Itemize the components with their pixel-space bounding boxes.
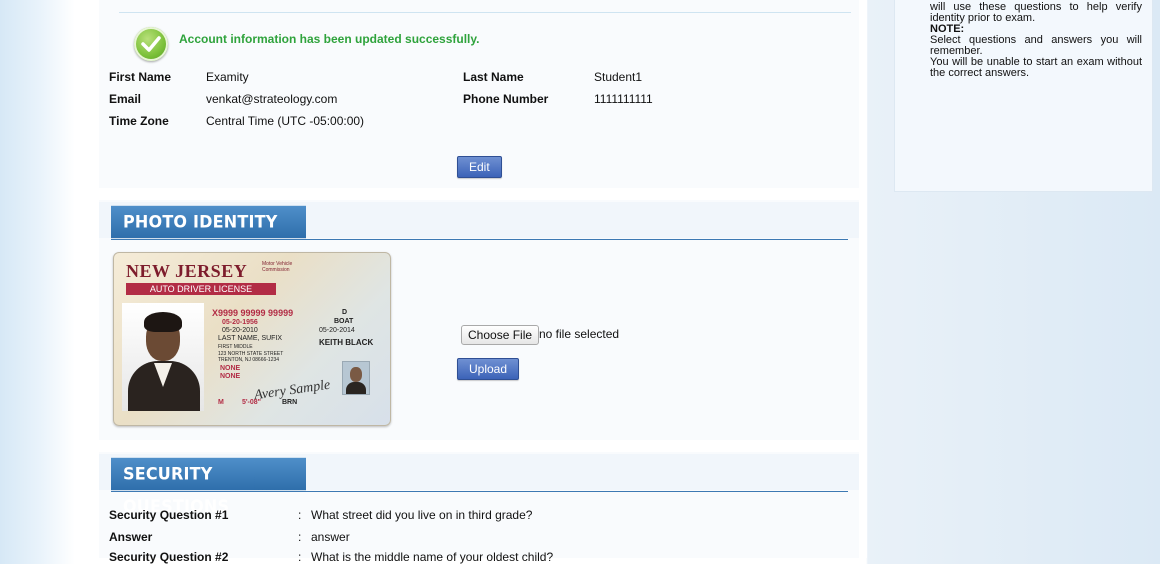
id-agency: Motor Vehicle Commission xyxy=(262,261,293,273)
section-rule xyxy=(111,239,848,240)
edit-button[interactable]: Edit xyxy=(457,156,502,178)
answer-value: answer xyxy=(311,530,350,544)
timezone-label: Time Zone xyxy=(109,114,169,128)
security-question-1-value: What street did you live on in third gra… xyxy=(311,508,533,522)
colon: : xyxy=(298,508,302,522)
last-name-label: Last Name xyxy=(463,70,524,84)
id-donor: BOAT xyxy=(334,318,354,325)
main-content: Account information has been updated suc… xyxy=(75,0,867,564)
help-line: will use these questions to help verify … xyxy=(930,1,1142,24)
note-text: Select questions and answers you will re… xyxy=(930,34,1142,57)
id-dob: 05-20-1956 xyxy=(222,319,258,326)
section-rule xyxy=(111,491,848,492)
upload-button[interactable]: Upload xyxy=(457,358,520,380)
security-questions-heading: SECURITY QUESTIONS xyxy=(111,457,306,516)
answer-label: Answer xyxy=(109,530,153,544)
id-height: 5'-08" xyxy=(242,399,261,406)
id-eyes: BRN xyxy=(282,399,298,406)
security-question-1-label: Security Question #1 xyxy=(109,508,229,522)
email-label: Email xyxy=(109,92,142,106)
photo-identity-heading: PHOTO IDENTITY xyxy=(111,205,306,239)
id-sex: M xyxy=(218,399,224,406)
id-type-banner: AUTO DRIVER LICENSE xyxy=(126,283,276,295)
warning-text: You will be unable to start an exam with… xyxy=(930,56,1142,79)
phone-label: Phone Number xyxy=(463,92,549,106)
first-name-value: Examity xyxy=(206,70,249,84)
id-expires: 05-20-2014 xyxy=(319,327,355,334)
id-card-image: NEW JERSEY Motor Vehicle Commission AUTO… xyxy=(113,252,391,426)
security-questions-card: SECURITY QUESTIONS Security Question #1 … xyxy=(99,452,859,564)
last-name-value: Student1 xyxy=(594,70,643,84)
success-message: Account information has been updated suc… xyxy=(179,32,480,46)
colon: : xyxy=(298,530,302,544)
security-question-2-value: What is the middle name of your oldest c… xyxy=(311,550,554,564)
success-check-icon xyxy=(134,27,168,61)
security-question-2-label: Security Question #2 xyxy=(109,550,229,564)
divider xyxy=(119,12,851,13)
file-status-text: no file selected xyxy=(539,327,620,341)
id-issued: 05-20-2010 xyxy=(222,327,258,334)
id-name-line: LAST NAME, SUFIX xyxy=(218,335,283,342)
help-text: will use these questions to help verify … xyxy=(930,2,1142,79)
id-restr: NONE xyxy=(220,373,241,380)
colon: : xyxy=(298,550,302,564)
choose-file-button[interactable]: Choose File xyxy=(461,325,540,345)
id-mini-photo xyxy=(342,361,370,395)
phone-value: 1111111111 xyxy=(594,92,653,106)
help-panel: will use these questions to help verify … xyxy=(894,0,1153,192)
first-name-label: First Name xyxy=(109,70,172,84)
id-state: NEW JERSEY xyxy=(126,261,248,281)
id-end: NONE xyxy=(220,365,241,372)
id-photo xyxy=(122,303,204,411)
timezone-value: Central Time (UTC -05:00:00) xyxy=(206,114,365,128)
id-class: D xyxy=(342,309,348,316)
photo-identity-card: PHOTO IDENTITY NEW JERSEY Motor Vehicle … xyxy=(99,200,859,440)
id-dl-number: X9999 99999 99999 xyxy=(212,308,294,318)
id-holder: KEITH BLACK xyxy=(319,338,374,347)
id-address2: TRENTON, NJ 08666-1234 xyxy=(218,357,280,363)
account-info-card: Account information has been updated suc… xyxy=(99,0,859,188)
email-value: venkat@strateology.com xyxy=(206,92,338,106)
